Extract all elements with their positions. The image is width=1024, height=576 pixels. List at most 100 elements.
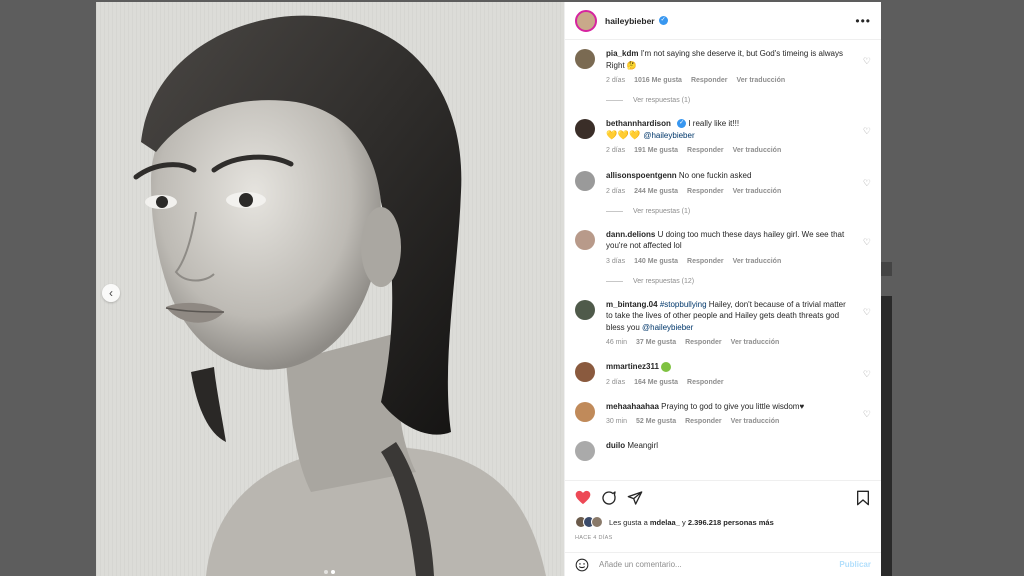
comment-username[interactable]: mmartinez311	[606, 362, 659, 371]
comment-username[interactable]: bethannhardison	[606, 119, 671, 128]
comment-item: bethannhardison ✓ I really like it!!! 💛💛💛…	[575, 118, 871, 154]
view-replies-button[interactable]: Ver respuestas (1)	[606, 208, 871, 215]
author-avatar[interactable]	[575, 9, 597, 32]
comment-item: allisonspoentgenn No one fuckin asked 2 …	[575, 170, 871, 195]
heart-icon[interactable]: ♡	[863, 178, 871, 189]
reply-button[interactable]: Responder	[687, 147, 724, 154]
commenter-avatar[interactable]	[575, 49, 595, 69]
likers-avatars	[575, 516, 603, 528]
author-username[interactable]: haileybieber	[605, 16, 655, 26]
view-replies-button[interactable]: Ver respuestas (1)	[606, 97, 871, 104]
commenter-avatar[interactable]	[575, 171, 595, 191]
like-heart-icon[interactable]	[575, 490, 591, 506]
heart-icon[interactable]: ♡	[863, 237, 871, 248]
comment-item: mmartinez311 2 días 164 Me gusta Respond…	[575, 361, 871, 386]
add-comment-bar: Publicar	[565, 552, 881, 576]
publish-button[interactable]: Publicar	[839, 560, 871, 569]
share-icon[interactable]	[627, 490, 643, 506]
heart-icon[interactable]: ♡	[863, 307, 871, 318]
commenter-avatar[interactable]	[575, 229, 595, 250]
comment-likes[interactable]: 1016 Me gusta	[634, 77, 682, 84]
reply-button[interactable]: Responder	[687, 379, 724, 386]
translate-button[interactable]: Ver traducción	[737, 77, 786, 84]
comment-text: bethannhardison ✓ I really like it!!! 💛💛💛…	[606, 118, 853, 141]
post-sidebar: haileybieber ✓ ••• pia_kdm I'm not sayin…	[564, 2, 881, 576]
comment-likes[interactable]: 140 Me gusta	[634, 258, 678, 265]
comment-time[interactable]: 3 días	[606, 258, 625, 265]
commenter-avatar[interactable]	[575, 441, 595, 461]
heart-icon[interactable]: ♡	[863, 56, 871, 67]
likes-summary: Les gusta a mdelaa_ y 2.396.218 personas…	[565, 514, 881, 530]
comment-text: m_bintang.04 #stopbullying Hailey, don't…	[606, 299, 853, 334]
comment-text: dann.delions U doing too much these days…	[606, 229, 853, 252]
comment-likes[interactable]: 244 Me gusta	[634, 188, 678, 195]
commenter-avatar[interactable]	[575, 119, 595, 139]
post-photo: ‹	[96, 2, 564, 576]
comment-text: mmartinez311	[606, 361, 853, 373]
translate-button[interactable]: Ver traducción	[733, 258, 782, 265]
emoji-picker-icon[interactable]	[575, 558, 589, 572]
comment-likes[interactable]: 52 Me gusta	[636, 418, 676, 425]
yellow-hearts-emoji: 💛💛💛	[606, 129, 642, 140]
reply-button[interactable]: Responder	[691, 77, 728, 84]
comment-time[interactable]: 2 días	[606, 147, 625, 154]
reply-button[interactable]: Responder	[687, 258, 724, 265]
comment-time[interactable]: 2 días	[606, 77, 625, 84]
heart-icon[interactable]: ♡	[863, 126, 871, 137]
comment-username[interactable]: pia_kdm	[606, 49, 638, 58]
comment-body: Meangirl	[627, 441, 659, 450]
comment-username[interactable]: m_bintang.04	[606, 300, 658, 309]
translate-button[interactable]: Ver traducción	[731, 339, 780, 346]
hashtag-link[interactable]: #stopbullying	[660, 300, 707, 309]
comment-text: duilo Meangirl	[606, 440, 853, 452]
comments-list[interactable]: pia_kdm I'm not saying she deserve it, b…	[565, 40, 881, 480]
comment-icon[interactable]	[601, 490, 617, 506]
bookmark-icon[interactable]	[855, 490, 871, 506]
more-options-icon[interactable]: •••	[855, 14, 871, 28]
comment-time[interactable]: 30 min	[606, 418, 627, 425]
smile-emoji-icon	[661, 361, 672, 372]
post-header: haileybieber ✓ •••	[565, 2, 881, 40]
comment-username[interactable]: mehaahaahaa	[606, 402, 659, 411]
comment-meta: 2 días 1016 Me gusta Responder Ver tradu…	[606, 77, 853, 84]
comment-likes[interactable]: 164 Me gusta	[634, 379, 678, 386]
view-replies-button[interactable]: Ver respuestas (12)	[606, 278, 871, 285]
mention-link[interactable]: @haileybieber	[643, 131, 694, 140]
comment-meta: 2 días 164 Me gusta Responder	[606, 379, 853, 386]
comment-meta: 30 min 52 Me gusta Responder Ver traducc…	[606, 418, 853, 425]
comment-text: mehaahaahaa Praying to god to give you l…	[606, 401, 853, 413]
translate-button[interactable]: Ver traducción	[733, 188, 782, 195]
comment-username[interactable]: allisonspoentgenn	[606, 171, 677, 180]
comment-meta: 2 días 244 Me gusta Responder Ver traduc…	[606, 188, 853, 195]
comment-body: No one fuckin asked	[678, 171, 752, 180]
commenter-avatar[interactable]	[575, 401, 595, 422]
commenter-avatar[interactable]	[575, 362, 595, 382]
comment-text: pia_kdm I'm not saying she deserve it, b…	[606, 48, 853, 71]
heart-icon[interactable]: ♡	[863, 369, 871, 380]
previous-image-button[interactable]: ‹	[102, 284, 120, 302]
comment-likes[interactable]: 191 Me gusta	[634, 147, 678, 154]
comment-username[interactable]: dann.delions	[606, 230, 655, 239]
comment-time[interactable]: 2 días	[606, 379, 625, 386]
likes-text[interactable]: Les gusta a mdelaa_ y 2.396.218 personas…	[609, 518, 774, 527]
commenter-avatar[interactable]	[575, 299, 595, 320]
translate-button[interactable]: Ver traducción	[733, 147, 782, 154]
post-actions	[565, 480, 881, 514]
heart-icon[interactable]: ♡	[863, 409, 871, 420]
reply-button[interactable]: Responder	[685, 339, 722, 346]
comment-username[interactable]: duilo	[606, 441, 625, 450]
comment-item: dann.delions U doing too much these days…	[575, 229, 871, 265]
translate-button[interactable]: Ver traducción	[731, 418, 780, 425]
comment-time[interactable]: 2 días	[606, 188, 625, 195]
comment-body: I really like it!!!	[688, 119, 740, 128]
post-timestamp[interactable]: HACE 4 DÍAS	[565, 530, 881, 548]
comment-likes[interactable]: 37 Me gusta	[636, 339, 676, 346]
comment-time[interactable]: 46 min	[606, 339, 627, 346]
mention-link[interactable]: @haileybieber	[642, 323, 693, 332]
comment-input[interactable]	[599, 560, 840, 569]
portrait-image	[96, 2, 564, 576]
reply-button[interactable]: Responder	[687, 188, 724, 195]
reply-button[interactable]: Responder	[685, 418, 722, 425]
post-modal: ‹ haileybieber ✓ ••• pia_kdm I'm not say…	[96, 2, 881, 576]
comment-body: I'm not saying she deserve it, but God's…	[606, 49, 843, 70]
